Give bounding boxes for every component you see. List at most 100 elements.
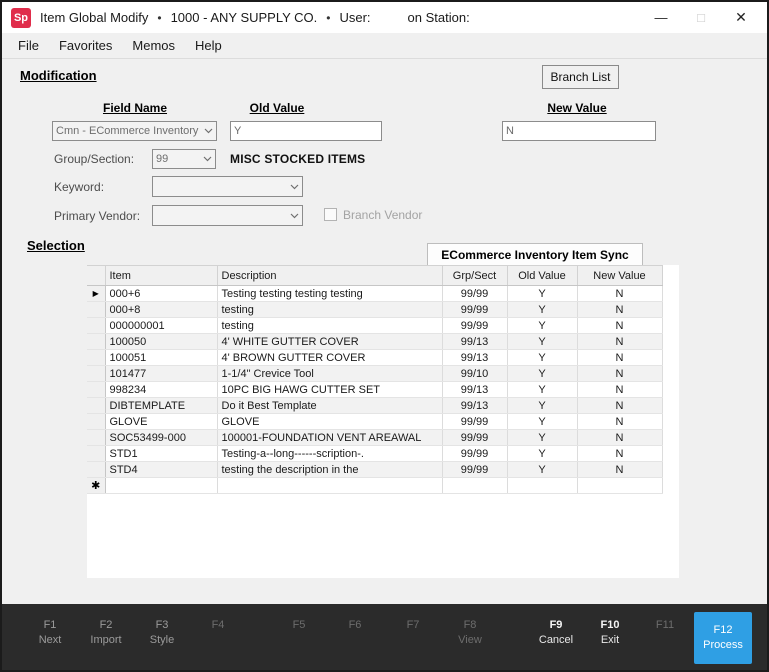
row-selector[interactable] xyxy=(87,446,105,462)
table-row[interactable]: 000000001testing99/99YN xyxy=(87,318,662,334)
menu-file[interactable]: File xyxy=(8,38,49,53)
cell-item[interactable]: STD1 xyxy=(105,446,217,462)
menu-memos[interactable]: Memos xyxy=(122,38,185,53)
cell-newvalue[interactable]: N xyxy=(577,318,662,334)
close-button[interactable]: ✕ xyxy=(721,2,761,33)
row-selector[interactable] xyxy=(87,382,105,398)
cell-oldvalue[interactable]: Y xyxy=(507,350,577,366)
cell-grpsect[interactable]: 99/99 xyxy=(442,302,507,318)
cell-item[interactable]: SOC53499-000 xyxy=(105,430,217,446)
cell-grpsect[interactable]: 99/13 xyxy=(442,382,507,398)
cell-newvalue[interactable]: N xyxy=(577,430,662,446)
cell-oldvalue[interactable]: Y xyxy=(507,414,577,430)
cell-description[interactable]: Do it Best Template xyxy=(217,398,442,414)
column-header-item[interactable]: Item xyxy=(105,266,217,286)
empty-cell[interactable] xyxy=(577,478,662,494)
table-row[interactable]: 1000504' WHITE GUTTER COVER99/13YN xyxy=(87,334,662,350)
cell-oldvalue[interactable]: Y xyxy=(507,446,577,462)
fn-key-f12[interactable]: F12Process xyxy=(694,612,752,664)
cell-grpsect[interactable]: 99/13 xyxy=(442,334,507,350)
cell-newvalue[interactable]: N xyxy=(577,398,662,414)
branch-list-button[interactable]: Branch List xyxy=(542,65,619,89)
cell-grpsect[interactable]: 99/10 xyxy=(442,366,507,382)
cell-item[interactable]: 101477 xyxy=(105,366,217,382)
cell-grpsect[interactable]: 99/99 xyxy=(442,286,507,302)
fn-key-f1[interactable]: F1Next xyxy=(22,618,78,648)
new-value-input[interactable]: N xyxy=(502,121,656,141)
cell-description[interactable]: GLOVE xyxy=(217,414,442,430)
field-name-combobox[interactable]: Cmn - ECommerce Inventory xyxy=(52,121,217,141)
cell-item[interactable]: STD4 xyxy=(105,462,217,478)
cell-grpsect[interactable]: 99/99 xyxy=(442,430,507,446)
row-selector[interactable] xyxy=(87,398,105,414)
row-selector[interactable] xyxy=(87,350,105,366)
row-selector[interactable] xyxy=(87,414,105,430)
cell-description[interactable]: 1-1/4" Crevice Tool xyxy=(217,366,442,382)
cell-item[interactable]: 000+8 xyxy=(105,302,217,318)
row-selector[interactable] xyxy=(87,334,105,350)
cell-item[interactable]: 100051 xyxy=(105,350,217,366)
cell-newvalue[interactable]: N xyxy=(577,446,662,462)
cell-description[interactable]: Testing-a--long------scription-. xyxy=(217,446,442,462)
cell-item[interactable]: DIBTEMPLATE xyxy=(105,398,217,414)
column-header-newvalue[interactable]: New Value xyxy=(577,266,662,286)
cell-oldvalue[interactable]: Y xyxy=(507,318,577,334)
table-row[interactable]: 000+8testing99/99YN xyxy=(87,302,662,318)
minimize-button[interactable]: — xyxy=(641,2,681,33)
cell-description[interactable]: testing the description in the xyxy=(217,462,442,478)
cell-item[interactable]: 000+6 xyxy=(105,286,217,302)
cell-oldvalue[interactable]: Y xyxy=(507,334,577,350)
group-section-combobox[interactable]: 99 xyxy=(152,149,216,169)
cell-newvalue[interactable]: N xyxy=(577,302,662,318)
empty-cell[interactable] xyxy=(507,478,577,494)
cell-grpsect[interactable]: 99/13 xyxy=(442,398,507,414)
table-row[interactable]: 1014771-1/4" Crevice Tool99/10YN xyxy=(87,366,662,382)
row-selector[interactable] xyxy=(87,430,105,446)
cell-newvalue[interactable]: N xyxy=(577,334,662,350)
cell-item[interactable]: 100050 xyxy=(105,334,217,350)
cell-oldvalue[interactable]: Y xyxy=(507,382,577,398)
cell-grpsect[interactable]: 99/99 xyxy=(442,462,507,478)
cell-item[interactable]: 000000001 xyxy=(105,318,217,334)
cell-grpsect[interactable]: 99/99 xyxy=(442,414,507,430)
cell-newvalue[interactable]: N xyxy=(577,414,662,430)
table-row[interactable]: ▶000+6Testing testing testing testing99/… xyxy=(87,286,662,302)
row-selector[interactable] xyxy=(87,302,105,318)
cell-oldvalue[interactable]: Y xyxy=(507,430,577,446)
cell-description[interactable]: Testing testing testing testing xyxy=(217,286,442,302)
cell-newvalue[interactable]: N xyxy=(577,286,662,302)
cell-item[interactable]: 998234 xyxy=(105,382,217,398)
cell-grpsect[interactable]: 99/99 xyxy=(442,446,507,462)
cell-oldvalue[interactable]: Y xyxy=(507,366,577,382)
table-row[interactable]: STD4testing the description in the99/99Y… xyxy=(87,462,662,478)
empty-cell[interactable] xyxy=(442,478,507,494)
column-header-oldvalue[interactable]: Old Value xyxy=(507,266,577,286)
cell-oldvalue[interactable]: Y xyxy=(507,286,577,302)
cell-item[interactable]: GLOVE xyxy=(105,414,217,430)
fn-key-f8[interactable]: F8View xyxy=(442,618,498,648)
cell-grpsect[interactable]: 99/99 xyxy=(442,318,507,334)
cell-description[interactable]: 4' WHITE GUTTER COVER xyxy=(217,334,442,350)
table-row[interactable]: STD1Testing-a--long------scription-.99/9… xyxy=(87,446,662,462)
cell-oldvalue[interactable]: Y xyxy=(507,302,577,318)
column-header-grpsect[interactable]: Grp/Sect xyxy=(442,266,507,286)
menu-favorites[interactable]: Favorites xyxy=(49,38,122,53)
cell-grpsect[interactable]: 99/13 xyxy=(442,350,507,366)
new-row[interactable]: ✱ xyxy=(87,478,662,494)
table-row[interactable]: 1000514' BROWN GUTTER COVER99/13YN xyxy=(87,350,662,366)
empty-cell[interactable] xyxy=(105,478,217,494)
cell-oldvalue[interactable]: Y xyxy=(507,462,577,478)
cell-newvalue[interactable]: N xyxy=(577,350,662,366)
cell-description[interactable]: 4' BROWN GUTTER COVER xyxy=(217,350,442,366)
cell-description[interactable]: 10PC BIG HAWG CUTTER SET xyxy=(217,382,442,398)
cell-newvalue[interactable]: N xyxy=(577,366,662,382)
row-selector[interactable] xyxy=(87,366,105,382)
fn-key-f9[interactable]: F9Cancel xyxy=(528,618,584,648)
cell-newvalue[interactable]: N xyxy=(577,382,662,398)
table-row[interactable]: DIBTEMPLATEDo it Best Template99/13YN xyxy=(87,398,662,414)
column-header-description[interactable]: Description xyxy=(217,266,442,286)
fn-key-f3[interactable]: F3Style xyxy=(134,618,190,648)
cell-description[interactable]: testing xyxy=(217,318,442,334)
cell-description[interactable]: 100001-FOUNDATION VENT AREAWAL xyxy=(217,430,442,446)
table-row[interactable]: SOC53499-000100001-FOUNDATION VENT AREAW… xyxy=(87,430,662,446)
